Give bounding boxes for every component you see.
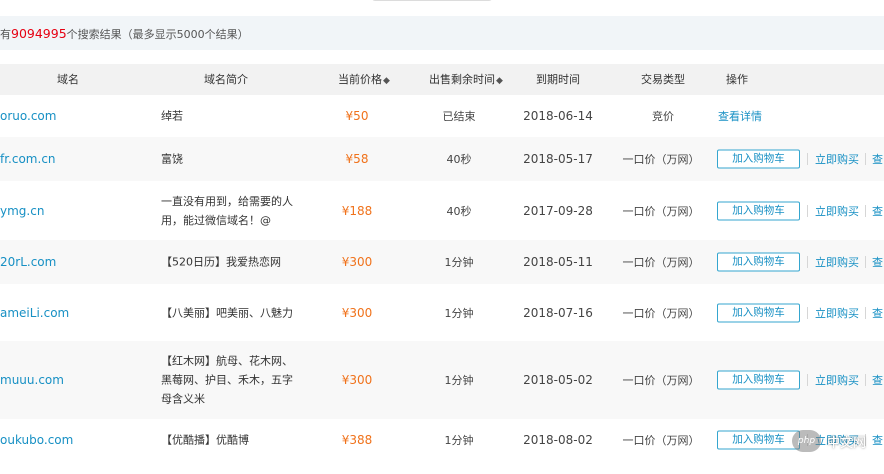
view-link[interactable]: 查 bbox=[872, 372, 883, 388]
domain-intro: 一直没有用到，给需要的人用，能过微信域名！@ bbox=[161, 194, 293, 227]
remaining-time: 1分钟 bbox=[444, 306, 474, 320]
domain-link[interactable]: ameiLi.com bbox=[0, 306, 69, 320]
domain-link[interactable]: ymg.cn bbox=[0, 204, 44, 218]
result-count: 9094995 bbox=[11, 26, 67, 41]
price: ¥300 bbox=[341, 373, 373, 387]
php-logo-icon: php bbox=[792, 430, 821, 452]
col-remaining-label: 出售剩余时间 bbox=[429, 73, 496, 86]
price: ¥58 bbox=[345, 152, 369, 166]
remaining-time: 40秒 bbox=[446, 204, 472, 218]
add-to-cart-button[interactable]: 加入购物车 bbox=[717, 430, 800, 450]
buy-now-link[interactable]: 立即购买 bbox=[815, 372, 859, 388]
trade-type: 竞价 bbox=[652, 110, 674, 123]
view-link[interactable]: 查 bbox=[872, 203, 883, 219]
add-to-cart-button[interactable]: 加入购物车 bbox=[717, 370, 800, 390]
watermark-text: 中文网 bbox=[827, 435, 867, 451]
remaining-time: 已结束 bbox=[442, 110, 476, 123]
domain-link[interactable]: 20rL.com bbox=[0, 255, 56, 269]
col-price[interactable]: 当前价格◆ bbox=[338, 64, 390, 95]
expire-date: 2018-06-14 bbox=[523, 109, 593, 123]
table-row: oukubo.com 【优酷播】优酷博 ¥388 1分钟 2018-08-02 … bbox=[0, 419, 884, 461]
expire-date: 2018-08-02 bbox=[523, 433, 593, 447]
domain-intro: 【520日历】我爱热恋网 bbox=[161, 255, 281, 269]
view-link[interactable]: 查 bbox=[872, 151, 883, 167]
expire-date: 2018-05-02 bbox=[523, 373, 593, 387]
add-to-cart-button[interactable]: 加入购物车 bbox=[717, 252, 800, 272]
view-details-link[interactable]: 查看详情 bbox=[718, 108, 762, 124]
price: ¥188 bbox=[341, 203, 373, 218]
domain-intro: 绰若 bbox=[161, 109, 183, 123]
table-row: ameiLi.com 【八美丽】吧美丽、八魅力 ¥300 1分钟 2018-07… bbox=[0, 284, 884, 341]
domain-link[interactable]: oruo.com bbox=[0, 109, 56, 123]
divider bbox=[865, 204, 866, 217]
divider bbox=[865, 374, 866, 386]
sort-icon: ◆ bbox=[383, 76, 390, 86]
sort-icon: ◆ bbox=[496, 76, 503, 86]
col-price-label: 当前价格 bbox=[338, 73, 383, 86]
buy-now-link[interactable]: 立即购买 bbox=[815, 254, 859, 270]
divider bbox=[807, 153, 808, 165]
domain-link[interactable]: fr.com.cn bbox=[0, 152, 56, 166]
trade-type: 一口价（万网） bbox=[622, 256, 700, 269]
table-header: 域名 域名简介 当前价格◆ 出售剩余时间◆ 到期时间 交易类型 操作 bbox=[0, 64, 884, 95]
remaining-time: 40秒 bbox=[446, 153, 472, 166]
add-to-cart-button[interactable]: 加入购物车 bbox=[717, 149, 800, 169]
domain-intro: 【八美丽】吧美丽、八魅力 bbox=[161, 306, 293, 319]
divider bbox=[807, 204, 808, 217]
add-to-cart-button[interactable]: 加入购物车 bbox=[717, 303, 800, 322]
buy-now-link[interactable]: 立即购买 bbox=[815, 203, 859, 219]
divider bbox=[807, 306, 808, 319]
table-row: oruo.com 绰若 ¥50 已结束 2018-06-14 竞价 查看详情 bbox=[0, 95, 884, 137]
remaining-time: 1分钟 bbox=[444, 256, 474, 269]
price: ¥50 bbox=[345, 109, 369, 123]
buy-now-link[interactable]: 立即购买 bbox=[815, 305, 859, 321]
summary-prefix: 有 bbox=[0, 28, 11, 41]
view-link[interactable]: 查 bbox=[872, 254, 883, 270]
domain-intro: 富饶 bbox=[161, 152, 183, 166]
domain-intro: 【红木网】航母、花木网、黑莓网、护目、禾木，五字母含义米 bbox=[161, 354, 293, 406]
trade-type: 一口价（万网） bbox=[622, 374, 700, 387]
table-row: 20rL.com 【520日历】我爱热恋网 ¥300 1分钟 2018-05-1… bbox=[0, 240, 884, 284]
php-watermark: php 中文网 bbox=[792, 429, 884, 453]
view-link[interactable]: 查 bbox=[872, 305, 883, 321]
table-row: ymg.cn 一直没有用到，给需要的人用，能过微信域名！@ ¥188 40秒 2… bbox=[0, 181, 884, 240]
col-domain: 域名 bbox=[57, 73, 79, 86]
col-remaining[interactable]: 出售剩余时间◆ bbox=[429, 64, 503, 95]
table-row: fr.com.cn 富饶 ¥58 40秒 2018-05-17 一口价（万网） … bbox=[0, 137, 884, 181]
domain-link[interactable]: muuu.com bbox=[0, 373, 64, 387]
trade-type: 一口价（万网） bbox=[622, 153, 700, 166]
buy-now-link[interactable]: 立即购买 bbox=[815, 151, 859, 167]
trade-type: 一口价（万网） bbox=[622, 204, 700, 218]
domain-link[interactable]: oukubo.com bbox=[0, 433, 73, 447]
add-to-cart-button[interactable]: 加入购物车 bbox=[717, 201, 800, 220]
col-expire: 到期时间 bbox=[536, 73, 580, 86]
summary-suffix: 个搜索结果（最多显示5000个结果） bbox=[66, 28, 249, 41]
expire-date: 2018-05-11 bbox=[523, 255, 593, 269]
domain-intro: 【优酷播】优酷博 bbox=[161, 433, 249, 447]
col-action: 操作 bbox=[726, 73, 748, 86]
remaining-time: 1分钟 bbox=[444, 374, 474, 387]
divider bbox=[865, 153, 866, 165]
divider bbox=[865, 256, 866, 268]
price: ¥300 bbox=[341, 305, 373, 320]
remaining-time: 1分钟 bbox=[444, 434, 474, 447]
result-summary: 有9094995个搜索结果（最多显示5000个结果） bbox=[0, 16, 884, 50]
price: ¥300 bbox=[341, 255, 373, 269]
expire-date: 2018-07-16 bbox=[523, 305, 593, 320]
expire-date: 2017-09-28 bbox=[523, 203, 593, 218]
divider bbox=[865, 306, 866, 319]
col-type: 交易类型 bbox=[641, 73, 685, 86]
trade-type: 一口价（万网） bbox=[622, 434, 700, 447]
expire-date: 2018-05-17 bbox=[523, 152, 593, 166]
trade-type: 一口价（万网） bbox=[622, 306, 700, 320]
table-row: muuu.com 【红木网】航母、花木网、黑莓网、护目、禾木，五字母含义米 ¥3… bbox=[0, 341, 884, 419]
top-input-edge bbox=[372, 0, 492, 1]
col-intro: 域名简介 bbox=[204, 73, 248, 86]
price: ¥388 bbox=[341, 433, 373, 447]
divider bbox=[807, 374, 808, 386]
divider bbox=[807, 256, 808, 268]
